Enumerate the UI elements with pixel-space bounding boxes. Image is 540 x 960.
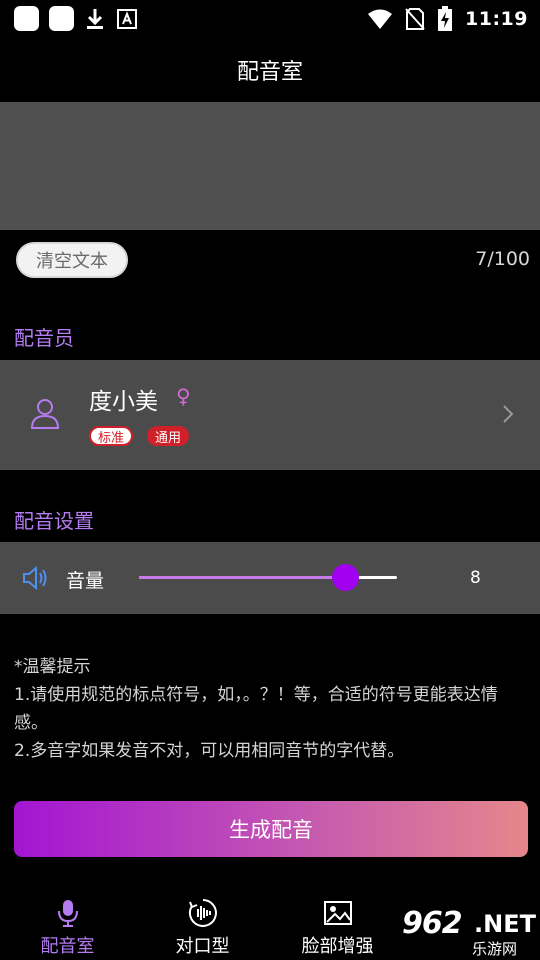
female-gender-icon: ♀ [176, 384, 191, 408]
site-watermark: 962 .NET 乐游网 [400, 906, 540, 960]
nav-item-dubbing-room[interactable]: 配音室 [0, 888, 135, 960]
chevron-right-icon [503, 405, 514, 423]
volume-slider-thumb[interactable] [332, 564, 360, 591]
dubbing-settings-section-title: 配音设置 [14, 509, 94, 533]
character-counter: 7/100 [475, 248, 530, 270]
tips-panel: *温馨提示 1.请使用规范的标点符号，如，。？！等，合适的符号更能表达情感。 2… [14, 653, 529, 765]
watermark-number: 962 [402, 906, 463, 941]
nav-item-face-enhance[interactable]: 脸部增强 [270, 888, 405, 960]
status-bar: 11:19 [0, 0, 540, 40]
app-notification-icon [14, 6, 39, 31]
voice-actor-name: 度小美 [89, 389, 158, 415]
wifi-icon [368, 9, 393, 29]
voice-tag-standard: 标准 [89, 426, 133, 446]
volume-slider-fill [139, 576, 346, 579]
font-app-icon [117, 8, 137, 29]
download-icon [87, 8, 103, 29]
tips-line-2: 2.多音字如果发音不对，可以用相同音节的字代替。 [14, 741, 405, 761]
clear-text-button[interactable]: 清空文本 [16, 242, 128, 278]
page-header: 配音室 [0, 40, 540, 100]
microphone-icon [57, 900, 78, 927]
lip-sync-icon [188, 899, 217, 927]
nav-label: 脸部增强 [301, 936, 374, 957]
user-avatar-icon [30, 399, 60, 429]
face-enhance-icon [323, 901, 352, 925]
generate-dubbing-button[interactable]: 生成配音 [14, 801, 528, 857]
voice-actor-section-title: 配音员 [14, 326, 74, 350]
notification-icons [14, 6, 138, 31]
battery-charging-icon [438, 6, 453, 31]
volume-setting-row: 音量 8 [0, 542, 540, 614]
volume-value: 8 [470, 568, 481, 588]
volume-label: 音量 [66, 570, 105, 592]
nav-label: 配音室 [40, 936, 95, 957]
tips-title: *温馨提示 [14, 657, 91, 677]
no-sim-icon [405, 8, 425, 30]
volume-slider[interactable] [139, 564, 397, 591]
page-title: 配音室 [236, 60, 303, 85]
voice-actor-card[interactable]: 度小美 ♀ 标准 通用 [0, 360, 540, 470]
speaker-volume-icon [23, 565, 47, 591]
nav-item-lip-sync[interactable]: 对口型 [135, 888, 270, 960]
system-icons: 11:19 [367, 6, 528, 32]
tips-line-1: 1.请使用规范的标点符号，如，。？！等，合适的符号更能表达情感。 [14, 685, 498, 733]
watermark-suffix: .NET [474, 910, 536, 938]
clock: 11:19 [465, 8, 528, 30]
nav-label: 对口型 [175, 936, 230, 957]
watermark-subtitle: 乐游网 [472, 940, 518, 958]
dubbing-text-input[interactable] [0, 102, 540, 230]
app-notification-icon [49, 6, 74, 31]
voice-tag-general: 通用 [147, 426, 189, 446]
